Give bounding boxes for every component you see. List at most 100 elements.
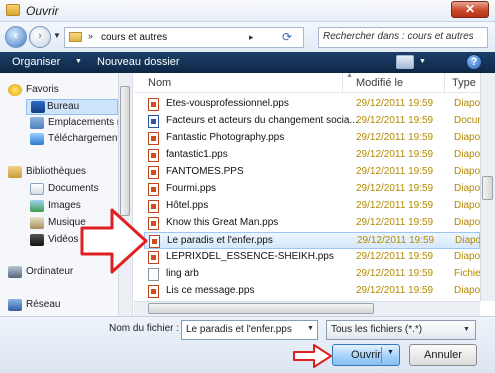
column-type[interactable]: Type: [452, 77, 476, 89]
nav-item-desktop[interactable]: Bureau: [26, 99, 118, 115]
nav-item-music[interactable]: Musique: [30, 216, 118, 232]
nav-libraries[interactable]: Bibliothèques: [8, 165, 116, 181]
views-icon[interactable]: [396, 55, 414, 69]
breadcrumb-separator-icon[interactable]: »: [88, 31, 93, 41]
file-row[interactable]: Hôtel.pps 29/12/2011 19:59 Diapor: [144, 198, 483, 215]
file-name: Facteurs et acteurs du changement socia.…: [166, 115, 358, 126]
file-modified-date: 29/12/2011 19:59: [356, 149, 434, 160]
filetype-select[interactable]: Tous les fichiers (*.*): [326, 320, 476, 340]
filetype-dropdown-icon[interactable]: ▼: [463, 326, 470, 333]
views-dropdown-icon[interactable]: ▼: [419, 58, 426, 65]
title-bar: Ouvrir ✕: [0, 0, 495, 22]
libraries-icon: [8, 166, 22, 178]
powerpoint-show-icon: [148, 132, 159, 145]
filename-input[interactable]: Le paradis et l'enfer.pps: [181, 320, 318, 340]
nav-label: Images: [48, 200, 81, 211]
powerpoint-show-icon: [148, 200, 159, 213]
file-name: Fourmi.pps: [166, 183, 217, 194]
powerpoint-show-icon: [148, 217, 159, 230]
file-row[interactable]: LEPRIXDEL_ESSENCE-SHEIKH.pps 29/12/2011 1…: [144, 249, 483, 266]
forward-button[interactable]: ›: [29, 26, 51, 48]
nav-label: Musique: [48, 217, 86, 228]
file-modified-date: 29/12/2011 19:59: [357, 235, 435, 246]
address-field[interactable]: » cours et autres ▸ ⟳: [64, 27, 304, 48]
nav-label: Ordinateur: [26, 266, 74, 277]
back-button[interactable]: ‹: [5, 26, 27, 48]
nav-item-documents[interactable]: Documents: [30, 182, 118, 198]
nav-label: Emplacements ré: [48, 117, 118, 128]
nav-label: Téléchargements: [48, 133, 118, 144]
computer-icon: [8, 266, 22, 278]
column-divider[interactable]: [342, 73, 343, 93]
powerpoint-show-icon: [148, 166, 159, 179]
nav-item-pictures[interactable]: Images: [30, 199, 118, 215]
window-title: Ouvrir: [26, 4, 59, 18]
nav-label: Vidéos: [48, 234, 79, 245]
file-name: ling arb: [166, 268, 199, 279]
documents-icon: [30, 183, 44, 195]
file-row[interactable]: ling arb 29/12/2011 19:59 Fichie: [144, 266, 481, 283]
recent-places-icon: [30, 117, 44, 129]
nav-item-videos[interactable]: Vidéos: [30, 233, 118, 249]
powerpoint-show-icon: [148, 149, 159, 162]
file-name: Lis ce message.pps: [166, 285, 255, 296]
cancel-button[interactable]: Annuler: [409, 344, 477, 366]
column-divider[interactable]: [444, 73, 445, 93]
file-row[interactable]: Le paradis et l'enfer.pps 29/12/2011 19:5…: [144, 232, 484, 249]
file-row[interactable]: Fantastic Photography.pps 29/12/2011 19:5…: [144, 130, 483, 147]
file-list-vertical-scrollbar-thumb[interactable]: [482, 176, 493, 200]
column-modified[interactable]: Modifié le: [356, 77, 403, 89]
history-dropdown-icon[interactable]: ▼: [53, 31, 61, 40]
address-bar: ‹ › ▼ » cours et autres ▸ ⟳ Rechercher d…: [0, 22, 495, 52]
powerpoint-show-icon: [148, 98, 159, 111]
file-row[interactable]: Fourmi.pps 29/12/2011 19:59 Diapor: [144, 181, 483, 198]
file-name: Hôtel.pps: [166, 200, 209, 211]
new-folder-button[interactable]: Nouveau dossier: [97, 56, 180, 68]
close-button[interactable]: ✕: [451, 1, 489, 18]
open-button-divider: [381, 347, 382, 363]
file-list-horizontal-scrollbar-thumb[interactable]: [148, 303, 374, 314]
generic-file-icon: [148, 268, 159, 281]
downloads-icon: [30, 133, 44, 145]
file-row[interactable]: fantastic1.pps 29/12/2011 19:59 Diapor: [144, 147, 483, 164]
open-options-dropdown-icon[interactable]: ▼: [387, 349, 394, 356]
organize-dropdown-icon[interactable]: ▼: [75, 58, 82, 65]
navigation-scrollbar-thumb[interactable]: [120, 86, 130, 216]
column-header: ▲ Nom Modifié le Type: [134, 72, 480, 93]
nav-item-recent[interactable]: Emplacements ré: [30, 116, 118, 132]
network-icon: [8, 299, 22, 311]
nav-item-downloads[interactable]: Téléchargements: [30, 132, 118, 148]
pictures-icon: [30, 200, 44, 212]
file-modified-date: 29/12/2011 19:59: [356, 217, 434, 228]
powerpoint-show-icon: [148, 285, 159, 298]
file-modified-date: 29/12/2011 19:59: [356, 268, 434, 279]
nav-label: Bureau: [47, 101, 80, 112]
file-row[interactable]: Etes-vousprofessionnel.pps 29/12/2011 19:…: [144, 96, 483, 113]
nav-computer[interactable]: Ordinateur: [8, 265, 116, 281]
file-row[interactable]: FANTOMES.PPS 29/12/2011 19:59 Diapor: [144, 164, 483, 181]
organize-button[interactable]: Organiser: [12, 56, 60, 68]
help-button[interactable]: ?: [466, 54, 482, 70]
file-name: Know this Great Man.pps: [166, 217, 279, 228]
file-modified-date: 29/12/2011 19:59: [356, 251, 434, 262]
search-input[interactable]: Rechercher dans : cours et autres: [318, 27, 488, 48]
folder-icon: [69, 32, 82, 42]
breadcrumb-arrow-icon[interactable]: ▸: [249, 32, 254, 43]
navigation-pane: Favoris Bureau Emplacements ré Télécharg…: [0, 73, 133, 316]
file-name: Fantastic Photography.pps: [166, 132, 285, 143]
powerpoint-show-icon: [148, 251, 159, 264]
file-modified-date: 29/12/2011 19:59: [356, 183, 434, 194]
nav-label: Réseau: [26, 299, 61, 310]
file-row[interactable]: Know this Great Man.pps 29/12/2011 19:59 D…: [144, 215, 483, 232]
filename-dropdown-icon[interactable]: ▼: [307, 325, 314, 332]
file-name: LEPRIXDEL_ESSENCE-SHEIKH.pps: [166, 251, 334, 262]
column-name[interactable]: Nom: [148, 77, 171, 89]
nav-favorites[interactable]: Favoris: [8, 83, 116, 99]
file-row[interactable]: Facteurs et acteurs du changement socia.…: [144, 113, 481, 130]
file-row[interactable]: Lis ce message.pps 29/12/2011 19:59 Diapor: [144, 283, 483, 300]
refresh-icon[interactable]: ⟳: [275, 30, 299, 45]
breadcrumb-current[interactable]: cours et autres: [101, 32, 167, 43]
nav-network[interactable]: Réseau: [8, 298, 116, 314]
file-modified-date: 29/12/2011 19:59: [356, 98, 434, 109]
file-name: Etes-vousprofessionnel.pps: [166, 98, 289, 109]
